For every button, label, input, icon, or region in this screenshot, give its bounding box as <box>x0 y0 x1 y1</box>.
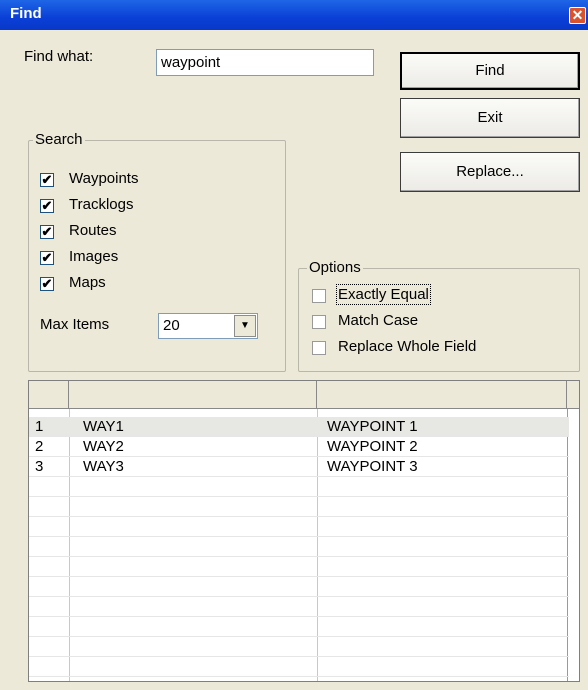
find-button[interactable]: Find <box>400 52 580 90</box>
row-number: 3 <box>35 458 44 475</box>
find-what-label: Find what: <box>24 48 94 65</box>
table-row-empty <box>29 657 569 677</box>
search-legend: Search <box>33 131 85 148</box>
table-row-empty <box>29 577 569 597</box>
close-icon: ✕ <box>571 7 584 23</box>
table-row[interactable]: 1 WAY1 WAYPOINT 1 <box>29 417 569 437</box>
checkbox-label: Waypoints <box>69 170 139 187</box>
row-id: WAY1 <box>83 418 124 435</box>
table-row-empty <box>29 517 569 537</box>
table-row[interactable]: 2 WAY2 WAYPOINT 2 <box>29 437 569 457</box>
row-name: WAYPOINT 2 <box>327 438 418 455</box>
max-items-select[interactable]: 20 ▼ <box>158 313 258 339</box>
checkbox-box <box>312 289 326 303</box>
checkbox-label: Maps <box>69 274 106 291</box>
table-row-empty <box>29 637 569 657</box>
check-icon: ✔ <box>40 250 54 265</box>
checkbox-label: Exactly Equal <box>336 284 431 305</box>
row-name: WAYPOINT 1 <box>327 418 418 435</box>
table-row-empty <box>29 477 569 497</box>
find-what-input[interactable] <box>156 49 374 76</box>
row-number: 2 <box>35 438 44 455</box>
window-title: Find <box>10 5 42 22</box>
checkbox-label: Match Case <box>338 312 419 329</box>
max-items-value: 20 <box>163 317 180 334</box>
table-row-empty <box>29 537 569 557</box>
column-header-filler <box>567 381 579 409</box>
check-icon: ✔ <box>40 172 54 187</box>
row-name: WAYPOINT 3 <box>327 458 418 475</box>
row-id: WAY3 <box>83 458 124 475</box>
checkbox-box <box>312 341 326 355</box>
table-row-empty <box>29 557 569 577</box>
checkbox-label: Tracklogs <box>69 196 134 213</box>
close-button[interactable]: ✕ <box>569 7 586 24</box>
exit-button[interactable]: Exit <box>400 98 580 138</box>
column-header-name[interactable] <box>317 381 567 409</box>
table-row[interactable]: 3 WAY3 WAYPOINT 3 <box>29 457 569 477</box>
checkbox-label: Replace Whole Field <box>338 338 477 355</box>
options-legend: Options <box>307 259 363 276</box>
chevron-down-icon[interactable]: ▼ <box>234 315 256 337</box>
checkbox-label: Routes <box>69 222 117 239</box>
table-row-empty <box>29 597 569 617</box>
table-row-empty <box>29 497 569 517</box>
table-row-empty <box>29 617 569 637</box>
check-icon: ✔ <box>40 198 54 213</box>
row-number: 1 <box>35 418 44 435</box>
checkbox-box <box>312 315 326 329</box>
checkbox-label: Images <box>69 248 119 265</box>
check-icon: ✔ <box>40 224 54 239</box>
replace-button[interactable]: Replace... <box>400 152 580 192</box>
check-icon: ✔ <box>40 276 54 291</box>
results-grid[interactable]: 1 WAY1 WAYPOINT 1 2 WAY2 WAYPOINT 2 3 WA… <box>28 380 580 682</box>
column-header-id[interactable] <box>69 381 317 409</box>
column-header-number[interactable] <box>29 381 69 409</box>
title-bar <box>0 0 588 30</box>
max-items-label: Max Items <box>40 316 110 333</box>
row-id: WAY2 <box>83 438 124 455</box>
